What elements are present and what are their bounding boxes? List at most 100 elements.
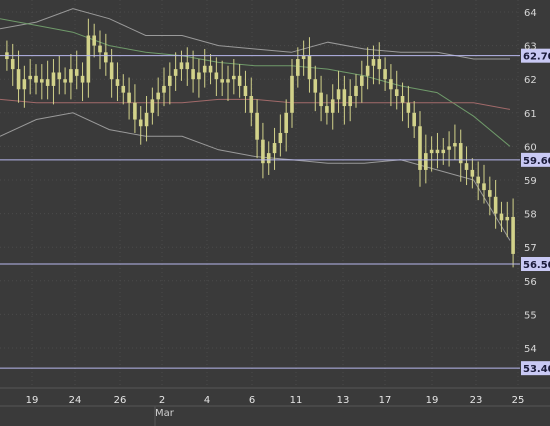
candle-body [511, 216, 515, 254]
level-label: 53.40 [523, 364, 550, 375]
x-tick-label: 17 [379, 395, 392, 406]
candle-body [74, 69, 79, 76]
candle-body [10, 59, 15, 70]
candle-body [144, 112, 149, 127]
candle-body [453, 143, 457, 147]
candle-body [272, 143, 277, 154]
candle-body [307, 55, 312, 80]
y-tick-label: 64 [524, 8, 537, 19]
y-tick-label: 61 [524, 109, 537, 120]
candle-body [237, 75, 242, 86]
y-tick-label: 59 [524, 176, 537, 187]
candle-body [441, 149, 446, 154]
y-tick-label: 54 [524, 344, 537, 355]
level-label: 56.50 [523, 260, 550, 271]
candle-body [22, 79, 27, 90]
candle-body [389, 79, 393, 90]
candle-body [162, 85, 166, 93]
candle-body [34, 75, 38, 83]
candle-body [447, 146, 451, 150]
candle-body [133, 102, 137, 120]
candle-body [296, 59, 300, 76]
y-tick-label: 57 [524, 243, 537, 254]
candle-body [435, 149, 440, 154]
candle-body [266, 153, 271, 164]
y-tick-label: 60 [524, 142, 537, 153]
candle-body [313, 79, 318, 93]
candle-body [220, 79, 224, 83]
candle-body [377, 59, 382, 70]
candle-body [226, 79, 230, 83]
x-tick-label: 2 [159, 395, 165, 406]
candle-body [232, 75, 236, 80]
y-tick-label: 63 [524, 42, 537, 53]
candlestick-chart: 62.70 59.60 56.50 53.40 64 63 62 61 60 59 58 57 56 5… [0, 0, 550, 426]
x-tick-label: 25 [512, 395, 525, 406]
candle-body [57, 72, 62, 80]
candle-body [92, 35, 96, 46]
candle-body [499, 213, 504, 221]
candle-body [80, 75, 85, 83]
x-tick-label: 19 [426, 395, 439, 406]
candle-body [418, 126, 422, 170]
candle-body [360, 75, 364, 86]
candle-body [470, 169, 475, 177]
y-tick-label: 62 [524, 75, 537, 86]
candle-body [301, 55, 306, 60]
candle-body [98, 45, 102, 53]
candle-body [197, 72, 201, 80]
candle-body [348, 96, 352, 107]
y-tick-label: 58 [524, 210, 537, 221]
candle-body [86, 35, 91, 83]
candle-body [63, 79, 67, 83]
candle-body [138, 119, 143, 127]
candle-body [319, 92, 323, 107]
candle-body [383, 69, 387, 80]
candle-body [488, 190, 492, 197]
x-tick-label: 24 [69, 395, 82, 406]
candle-body [394, 89, 399, 96]
candle-body [342, 89, 347, 107]
y-tick-label: 56 [524, 277, 537, 288]
candle-body [429, 149, 434, 154]
candle-body [243, 85, 248, 96]
candle-body [371, 59, 376, 66]
candle-body [278, 132, 283, 144]
candle-body [336, 89, 341, 100]
x-tick-label: 4 [204, 395, 210, 406]
candle-body [179, 62, 184, 70]
month-label: Mar [155, 408, 175, 419]
candle-body [406, 102, 411, 113]
candle-body [365, 65, 370, 76]
candle-body [208, 65, 213, 73]
candle-body [284, 112, 288, 133]
candle-body [202, 65, 207, 73]
candle-body [127, 92, 131, 103]
level-label: 59.60 [523, 156, 550, 167]
candle-body [255, 112, 259, 140]
candle-body [168, 75, 172, 86]
x-tick-label: 11 [290, 395, 303, 406]
candle-body [476, 176, 480, 184]
candle-body [173, 69, 178, 76]
candle-body [121, 85, 126, 93]
candle-body [249, 96, 254, 113]
candle-body [51, 72, 56, 86]
candle-body [464, 163, 469, 170]
candle-body [214, 72, 219, 80]
candle-body [505, 216, 510, 221]
candle-body [191, 69, 195, 80]
candle-body [412, 112, 416, 127]
candle-body [424, 153, 428, 170]
candle-body [28, 75, 32, 80]
candle-body [354, 85, 358, 96]
level-label: 62.70 [523, 52, 550, 63]
candle-body [482, 183, 486, 191]
candle-body [185, 62, 190, 70]
candle-body [156, 92, 160, 100]
candle-body [40, 79, 44, 83]
candle-body [325, 106, 329, 113]
candle-body [16, 69, 21, 90]
x-tick-label: 26 [114, 395, 127, 406]
x-tick-label: 13 [337, 395, 350, 406]
